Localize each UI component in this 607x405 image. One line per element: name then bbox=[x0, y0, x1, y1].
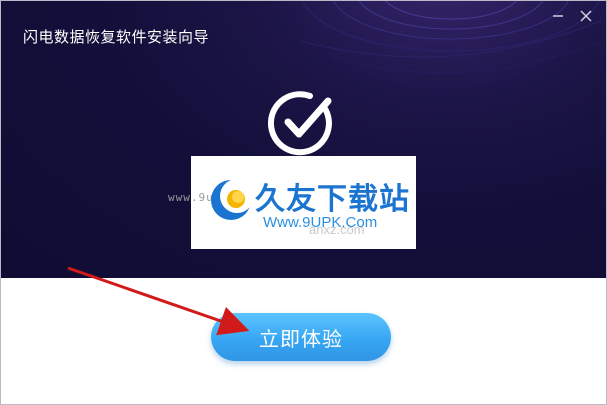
success-status bbox=[268, 87, 338, 157]
watermark-site: Www.9UPK.Com bbox=[263, 214, 378, 231]
hero-panel: 闪电数据恢复软件安装向导 www.9uk.com bbox=[1, 1, 606, 278]
window-title: 闪电数据恢复软件安装向导 bbox=[23, 28, 210, 46]
experience-now-button[interactable]: 立即体验 bbox=[211, 313, 391, 361]
checkmark-circle-icon bbox=[268, 91, 332, 156]
close-icon bbox=[580, 10, 592, 22]
close-button[interactable] bbox=[577, 7, 595, 25]
minimize-button[interactable] bbox=[549, 7, 567, 25]
minimize-icon bbox=[553, 15, 563, 17]
watermark-overlay: www.9uk.com 久友下载站 anxz.com Www.9UPK.Com bbox=[168, 156, 416, 249]
watermark-brand: 久友下载站 bbox=[255, 182, 410, 217]
crescent-logo-icon bbox=[211, 179, 253, 220]
